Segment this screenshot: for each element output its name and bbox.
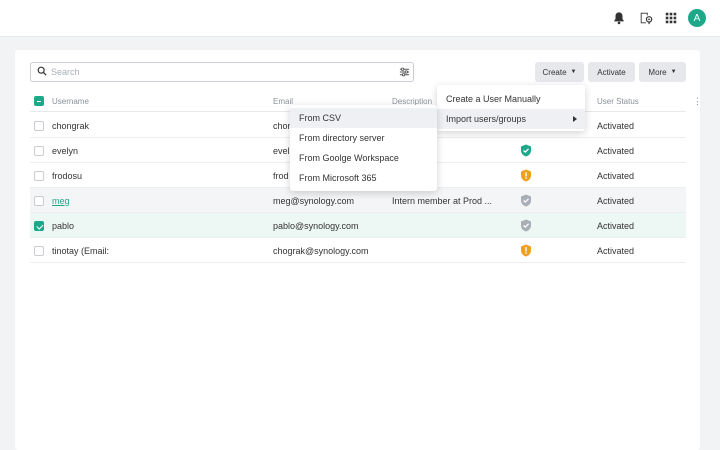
column-options-icon[interactable]: ⋮ — [693, 96, 702, 107]
shield-warning-icon — [521, 169, 531, 182]
avatar[interactable]: A — [688, 9, 706, 27]
row-checkbox[interactable] — [34, 221, 44, 231]
row-checkbox[interactable] — [34, 171, 44, 181]
username-cell: pablo — [52, 221, 75, 231]
chevron-right-icon — [573, 116, 577, 122]
email-cell: chor — [273, 121, 291, 131]
row-checkbox[interactable] — [34, 146, 44, 156]
column-header-username[interactable]: Username — [52, 97, 89, 106]
username-link[interactable]: meg — [52, 196, 70, 206]
shield-check-icon — [521, 219, 531, 232]
device-location-icon[interactable] — [638, 10, 654, 26]
create-menu: Create a User Manually Import users/grou… — [437, 85, 585, 131]
shield-check-icon — [521, 194, 531, 207]
shield-warning-icon — [521, 244, 531, 257]
row-checkbox[interactable] — [34, 246, 44, 256]
search-icon — [37, 63, 47, 81]
bell-icon[interactable] — [611, 10, 627, 26]
email-cell: pablo@synology.com — [273, 221, 359, 231]
table-row[interactable]: meg meg@synology.com Intern member at Pr… — [30, 188, 686, 213]
shield-check-icon — [521, 144, 531, 157]
select-all-checkbox[interactable] — [34, 96, 44, 106]
email-cell: chograk@synology.com — [273, 246, 369, 256]
search-bar — [30, 62, 414, 82]
table-row[interactable]: pablo pablo@synology.com Activated — [30, 213, 686, 238]
email-cell: frod — [273, 171, 289, 181]
email-cell: evel — [273, 146, 290, 156]
search-input[interactable] — [51, 67, 395, 77]
activate-button[interactable]: Activate — [588, 62, 635, 82]
create-button[interactable]: Create ▼ — [535, 62, 584, 82]
menu-item-import-users-groups[interactable]: Import users/groups — [437, 109, 585, 129]
row-checkbox[interactable] — [34, 196, 44, 206]
row-checkbox[interactable] — [34, 121, 44, 131]
filter-icon[interactable] — [395, 63, 413, 81]
chevron-down-icon: ▼ — [670, 69, 677, 75]
username-cell: tinotay (Email: — [52, 246, 110, 256]
menu-item-from-microsoft-365[interactable]: From Microsoft 365 — [290, 168, 437, 188]
top-bar: A — [0, 0, 720, 37]
import-submenu: From CSV From directory server From Gool… — [290, 105, 437, 191]
email-cell: meg@synology.com — [273, 196, 354, 206]
more-button[interactable]: More ▼ — [639, 62, 686, 82]
column-header-email[interactable]: Email — [273, 97, 293, 106]
menu-item-from-csv[interactable]: From CSV — [290, 108, 437, 128]
username-cell: chongrak — [52, 121, 90, 131]
table-row[interactable]: tinotay (Email: chograk@synology.com Act… — [30, 238, 686, 263]
chevron-down-icon: ▼ — [570, 69, 577, 75]
apps-grid-icon[interactable] — [663, 10, 679, 26]
username-cell: evelyn — [52, 146, 79, 156]
status-cell: Activated — [597, 171, 635, 181]
menu-item-create-user-manually[interactable]: Create a User Manually — [437, 89, 585, 109]
status-cell: Activated — [597, 121, 635, 131]
username-cell: frodosu — [52, 171, 83, 181]
status-cell: Activated — [597, 221, 635, 231]
status-cell: Activated — [597, 146, 635, 156]
menu-item-from-directory-server[interactable]: From directory server — [290, 128, 437, 148]
column-header-user-status[interactable]: User Status — [597, 97, 639, 106]
menu-item-from-google-workspace[interactable]: From Goolge Workspace — [290, 148, 437, 168]
create-button-label: Create — [542, 67, 567, 77]
description-cell: Intern member at Prod ... — [392, 196, 493, 206]
status-cell: Activated — [597, 246, 635, 256]
more-button-label: More — [648, 67, 667, 77]
menu-item-label: Import users/groups — [446, 114, 527, 124]
status-cell: Activated — [597, 196, 635, 206]
